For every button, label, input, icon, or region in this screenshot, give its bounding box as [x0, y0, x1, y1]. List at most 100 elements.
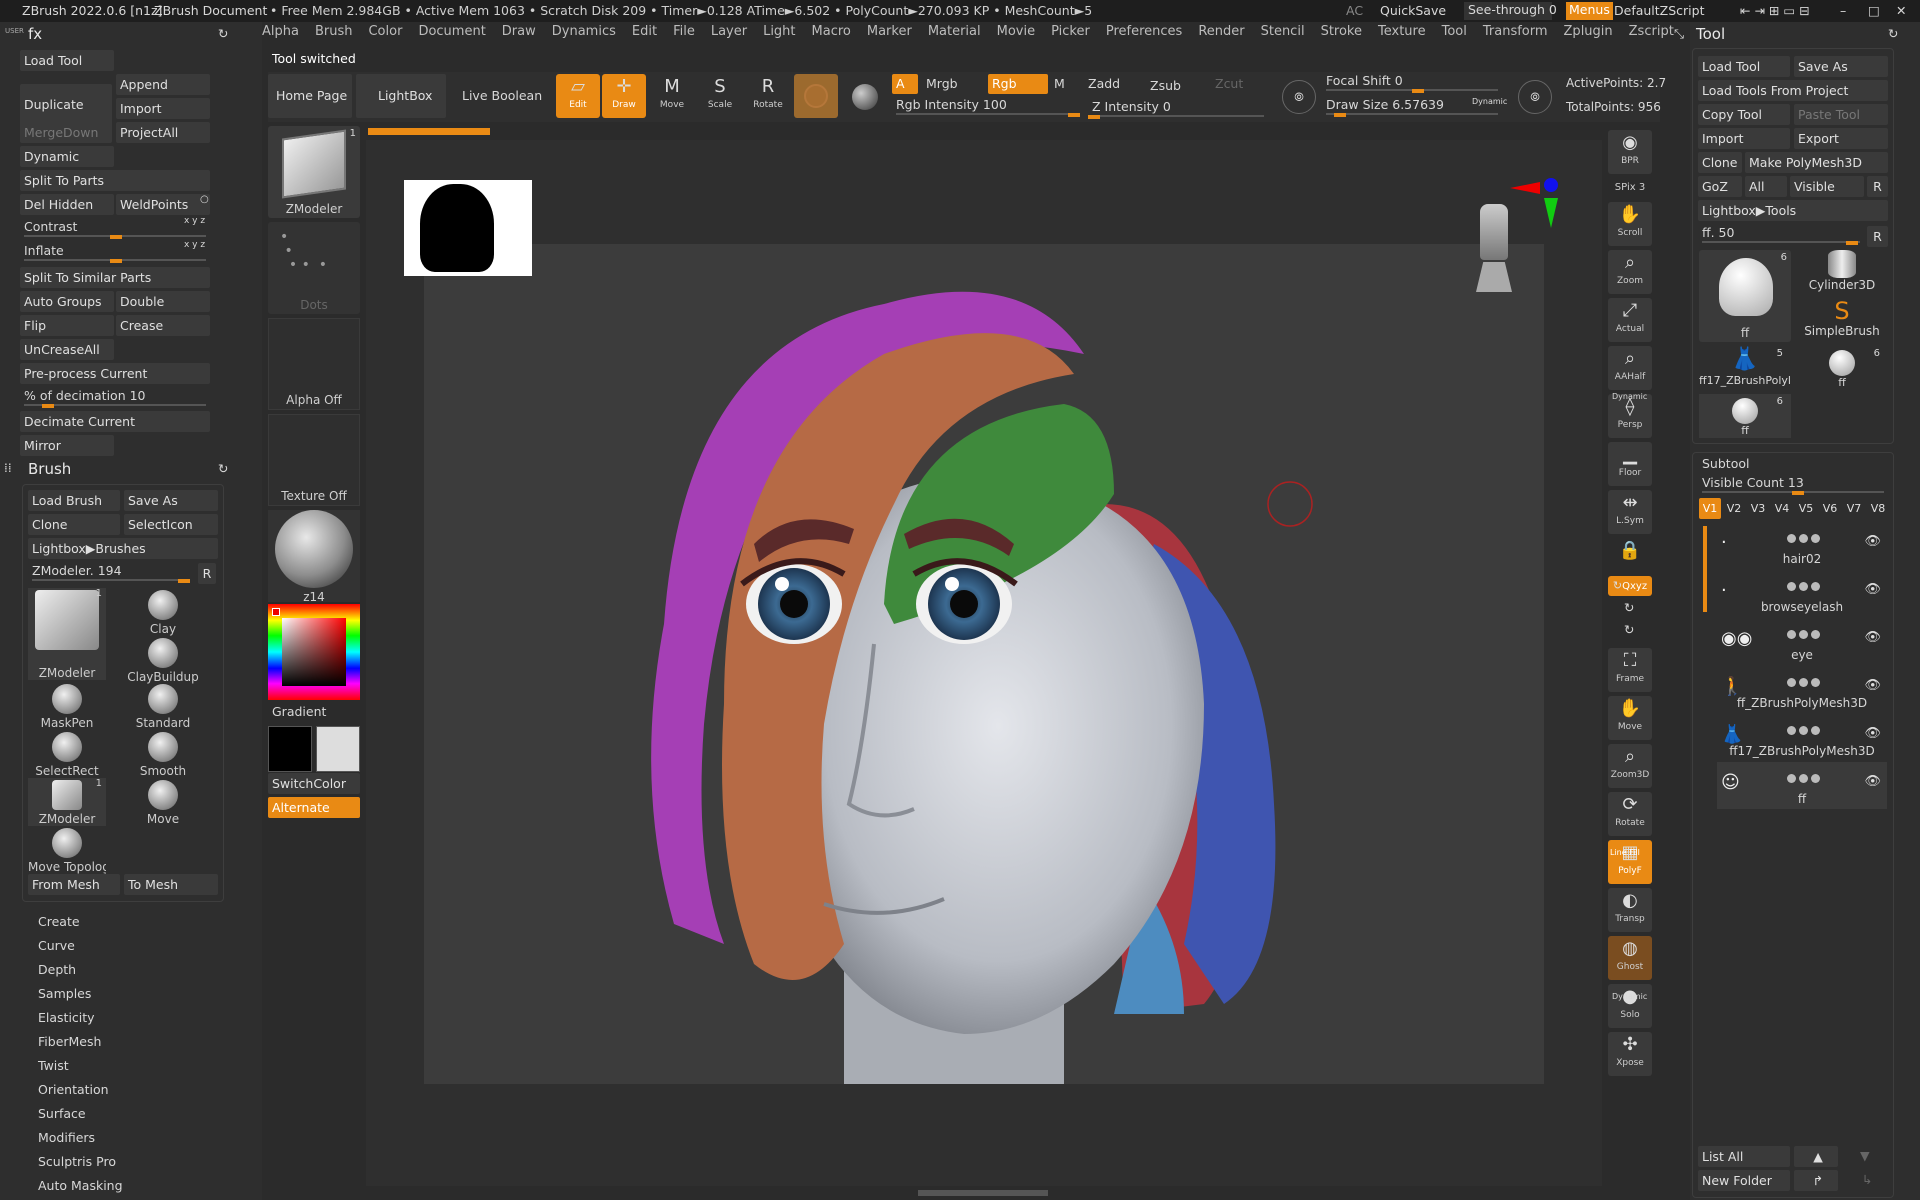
- mirror-button[interactable]: Mirror: [20, 435, 114, 456]
- shelf-xyz-button[interactable]: ↻Qxyz: [1608, 576, 1652, 596]
- visible-count-knob[interactable]: [1792, 491, 1804, 495]
- menu-layer[interactable]: Layer: [711, 24, 747, 39]
- subtool-browseyelash[interactable]: · 👁 browseyelash: [1717, 570, 1887, 617]
- brush-maskpen[interactable]: MaskPen: [28, 682, 106, 730]
- shelf-ghost-button[interactable]: ◍ Ghost: [1608, 936, 1652, 980]
- flip-button[interactable]: Flip: [20, 315, 114, 336]
- brush-save-as-button[interactable]: Save As: [124, 490, 218, 511]
- submenu-curve[interactable]: Curve: [38, 938, 75, 953]
- tool-refresh-icon[interactable]: ↻: [1888, 26, 1898, 41]
- decimation-slider[interactable]: % of decimation 10: [20, 387, 210, 408]
- menu-brush[interactable]: Brush: [315, 24, 353, 39]
- color-saturation-square[interactable]: [282, 618, 346, 686]
- version-v6[interactable]: V6: [1819, 498, 1841, 519]
- decimation-knob[interactable]: [42, 404, 55, 408]
- rotate-axis-icon[interactable]: ↻: [1624, 622, 1634, 637]
- goz-button[interactable]: GoZ: [1698, 176, 1742, 197]
- brush-r-button[interactable]: R: [198, 563, 216, 584]
- alpha-tile[interactable]: Alpha Off: [268, 318, 360, 410]
- weldpoints-button[interactable]: WeldPoints: [116, 194, 210, 215]
- decimate-current-button[interactable]: Decimate Current: [20, 411, 210, 432]
- submenu-modifiers[interactable]: Modifiers: [38, 1130, 95, 1145]
- shelf-lock-button[interactable]: 🔒: [1608, 538, 1652, 572]
- subtool-ff[interactable]: ☺ 👁 ff: [1717, 762, 1887, 809]
- goz-all-button[interactable]: All: [1745, 176, 1787, 197]
- switchcolor-button[interactable]: SwitchColor: [268, 773, 360, 794]
- submenu-auto-masking[interactable]: Auto Masking: [38, 1178, 123, 1193]
- drag-handle-icon[interactable]: ⁞⁞: [4, 461, 12, 475]
- m-toggle[interactable]: M: [1054, 76, 1065, 91]
- tool-save-as-button[interactable]: Save As: [1794, 56, 1888, 77]
- subtool-toggles[interactable]: [1787, 532, 1833, 543]
- color-picker[interactable]: [268, 604, 360, 700]
- from-mesh-button[interactable]: From Mesh: [28, 874, 120, 895]
- shelf-floor-button[interactable]: ▁ Floor: [1608, 442, 1652, 486]
- brush-zmodeler[interactable]: 1 ZModeler: [28, 778, 106, 826]
- load-tool-button[interactable]: Load Tool: [20, 50, 114, 71]
- eye-visibility-icon[interactable]: 👁: [1864, 630, 1881, 645]
- menu-edit[interactable]: Edit: [632, 24, 657, 39]
- copy-tool-button[interactable]: Copy Tool: [1698, 104, 1790, 125]
- live-boolean-button[interactable]: Live Boolean: [462, 88, 542, 103]
- s-spot-icon[interactable]: ⦾: [1282, 80, 1316, 114]
- brush-smooth[interactable]: Smooth: [124, 730, 202, 778]
- shelf-actual-button[interactable]: ⤢ Actual: [1608, 298, 1652, 342]
- subtool-hair02[interactable]: · 👁 hair02: [1717, 522, 1887, 569]
- split-to-parts-button[interactable]: Split To Parts: [20, 170, 210, 191]
- d-spot-icon[interactable]: ⦾: [1518, 80, 1552, 114]
- duplicate-button[interactable]: Duplicate: [20, 84, 112, 126]
- seethrough-slider[interactable]: See-through 0: [1464, 2, 1557, 20]
- append-button[interactable]: Append: [116, 74, 210, 95]
- menu-color[interactable]: Color: [368, 24, 402, 39]
- material-tile[interactable]: z14: [268, 510, 360, 604]
- move-down-icon[interactable]: ▼: [1860, 1148, 1870, 1163]
- tray-pin-icon[interactable]: ⤡: [1674, 26, 1684, 42]
- z-intensity-knob[interactable]: [1088, 115, 1100, 119]
- brush-move[interactable]: Move: [124, 778, 202, 826]
- home-page-button[interactable]: Home Page: [268, 74, 352, 118]
- goz-r-button[interactable]: R: [1867, 176, 1888, 197]
- submenu-elasticity[interactable]: Elasticity: [38, 1010, 95, 1025]
- zmodeler-tile[interactable]: 1 ZModeler: [268, 126, 360, 218]
- lightbox-button[interactable]: LightBox: [356, 74, 446, 118]
- shelf-move-hand-button[interactable]: ✋ Move: [1608, 696, 1652, 740]
- menu-transform[interactable]: Transform: [1483, 24, 1548, 39]
- load-from-project-button[interactable]: Load Tools From Project: [1698, 80, 1888, 101]
- brush-panel-title[interactable]: Brush: [28, 460, 71, 478]
- load-brush-button[interactable]: Load Brush: [28, 490, 120, 511]
- shelf-frame-button[interactable]: ⛶ Frame: [1608, 648, 1652, 692]
- menu-picker[interactable]: Picker: [1051, 24, 1090, 39]
- minimize-icon[interactable]: –: [1840, 3, 1846, 18]
- subtool-title[interactable]: Subtool: [1702, 456, 1749, 471]
- shelf-aahalf-button[interactable]: ⌕ AAHalf: [1608, 346, 1652, 390]
- eye-visibility-icon[interactable]: 👁: [1864, 678, 1881, 693]
- zcut-toggle[interactable]: Zcut: [1215, 76, 1243, 91]
- make-polymesh-button[interactable]: Make PolyMesh3D: [1745, 152, 1888, 173]
- draw-button[interactable]: ✛ Draw: [602, 74, 646, 118]
- tool-ff-slider[interactable]: ff. 50: [1698, 224, 1864, 245]
- version-v1[interactable]: V1: [1699, 498, 1721, 519]
- submenu-samples[interactable]: Samples: [38, 986, 91, 1001]
- inflate-xyz[interactable]: x y z: [184, 240, 205, 250]
- to-mesh-button[interactable]: To Mesh: [124, 874, 218, 895]
- focal-shift-slider[interactable]: Focal Shift 0: [1322, 72, 1502, 93]
- bottom-scroll-handle[interactable]: [918, 1190, 1048, 1196]
- menu-marker[interactable]: Marker: [867, 24, 912, 39]
- submenu-create[interactable]: Create: [38, 914, 80, 929]
- menu-light[interactable]: Light: [763, 24, 795, 39]
- tool-import-button[interactable]: Import: [1698, 128, 1790, 149]
- menu-material[interactable]: Material: [928, 24, 981, 39]
- version-v3[interactable]: V3: [1747, 498, 1769, 519]
- menu-stencil[interactable]: Stencil: [1261, 24, 1305, 39]
- shelf-polyf-button[interactable]: ▦ PolyF: [1608, 840, 1652, 884]
- move-up-icon[interactable]: ▲: [1794, 1146, 1838, 1167]
- tool-thumb-ff-3[interactable]: 6 ff: [1699, 394, 1791, 438]
- lightbox-tools-button[interactable]: Lightbox▶Tools: [1698, 200, 1888, 221]
- eye-visibility-icon[interactable]: 👁: [1864, 582, 1881, 597]
- zadd-toggle[interactable]: Zadd: [1088, 76, 1120, 91]
- alternate-button[interactable]: Alternate: [268, 797, 360, 818]
- menus-toggle[interactable]: Menus: [1566, 2, 1613, 20]
- shelf-rotate-button[interactable]: ⟳ Rotate: [1608, 792, 1652, 836]
- version-v5[interactable]: V5: [1795, 498, 1817, 519]
- contrast-knob[interactable]: [110, 235, 122, 239]
